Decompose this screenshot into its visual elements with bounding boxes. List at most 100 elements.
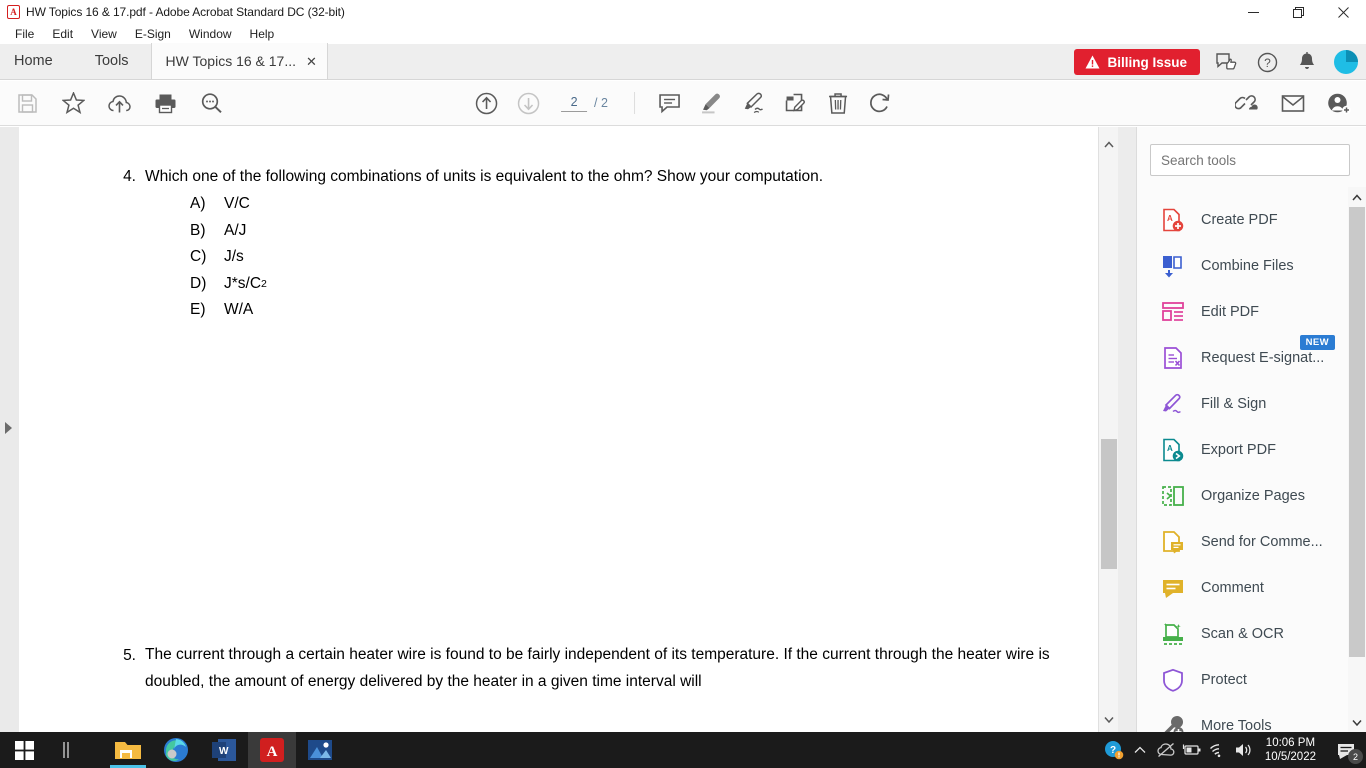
- option-a-value: V/C: [224, 195, 250, 212]
- word-icon[interactable]: W: [200, 732, 248, 768]
- search-icon[interactable]: [198, 90, 224, 116]
- acrobat-icon[interactable]: A: [248, 732, 296, 768]
- option-d-superscript: 2: [261, 277, 267, 290]
- avatar[interactable]: [1334, 50, 1358, 74]
- tool-export-pdf[interactable]: A Export PDF: [1137, 427, 1349, 473]
- tool-edit-pdf[interactable]: Edit PDF: [1137, 289, 1349, 335]
- edit-pdf-icon: [1161, 300, 1185, 324]
- sign-icon[interactable]: [741, 90, 767, 116]
- option-b-value: A/J: [224, 221, 247, 239]
- warning-triangle-icon: [1085, 55, 1100, 69]
- battery-icon[interactable]: [1179, 732, 1205, 768]
- close-icon[interactable]: ✕: [306, 55, 317, 68]
- panel-scroll-down-icon[interactable]: [1348, 714, 1366, 730]
- toolbar-center: / 2: [473, 90, 893, 116]
- delete-icon[interactable]: [825, 90, 851, 116]
- create-pdf-icon: A: [1161, 208, 1185, 232]
- tools-panel-scrollbar-thumb[interactable]: [1349, 207, 1365, 657]
- scroll-down-icon[interactable]: [1099, 710, 1119, 728]
- notification-center-icon[interactable]: 2: [1326, 732, 1366, 768]
- left-panel-expander[interactable]: [2, 420, 14, 436]
- tool-scan-ocr[interactable]: Scan & OCR: [1137, 611, 1349, 657]
- svg-text:A: A: [1167, 214, 1173, 223]
- tool-comment-label: Comment: [1201, 580, 1264, 596]
- tool-more-tools[interactable]: More Tools: [1137, 703, 1349, 732]
- comment-icon[interactable]: [657, 90, 683, 116]
- windows-start-icon[interactable]: [0, 732, 48, 768]
- panel-scroll-up-icon[interactable]: [1348, 189, 1366, 205]
- close-button[interactable]: [1321, 0, 1366, 24]
- protect-icon: [1161, 668, 1185, 692]
- task-view-icon[interactable]: [48, 732, 86, 768]
- photos-icon[interactable]: [296, 732, 344, 768]
- minimize-button[interactable]: [1231, 0, 1276, 24]
- restore-button[interactable]: [1276, 0, 1321, 24]
- menu-help[interactable]: Help: [241, 25, 284, 43]
- document-viewer[interactable]: 4. Which one of the following combinatio…: [0, 127, 1136, 732]
- tab-home[interactable]: Home: [0, 43, 73, 79]
- tool-send-for-comments[interactable]: Send for Comme...: [1137, 519, 1349, 565]
- tools-panel-scrollbar[interactable]: [1348, 187, 1366, 732]
- save-icon[interactable]: [14, 90, 40, 116]
- menu-view[interactable]: View: [82, 25, 126, 43]
- option-e-letter: E): [190, 301, 206, 318]
- menu-file[interactable]: File: [6, 25, 43, 43]
- billing-issue-button[interactable]: Billing Issue: [1074, 49, 1200, 75]
- share-link-icon[interactable]: [1234, 90, 1260, 116]
- toolbar-divider: [633, 92, 635, 114]
- tool-protect-label: Protect: [1201, 672, 1247, 688]
- chevron-up-icon[interactable]: [1127, 732, 1153, 768]
- toolbar-left: [0, 90, 224, 116]
- question-4-header: 4. Which one of the following combinatio…: [115, 163, 1015, 190]
- acrobat-icon: A: [7, 5, 20, 19]
- tab-strip: Home Tools HW Topics 16 & 17... ✕ Billin…: [0, 43, 1366, 80]
- clock[interactable]: 10:06 PM 10/5/2022: [1257, 736, 1326, 764]
- volume-icon[interactable]: [1231, 732, 1257, 768]
- page-down-icon[interactable]: [515, 90, 541, 116]
- scroll-up-icon[interactable]: [1099, 135, 1119, 153]
- svg-text:W: W: [219, 746, 229, 757]
- tool-export-pdf-label: Export PDF: [1201, 442, 1276, 458]
- feedback-icon[interactable]: [1214, 49, 1240, 75]
- onedrive-icon[interactable]: [1153, 732, 1179, 768]
- help-icon[interactable]: ?: [1254, 49, 1280, 75]
- menu-edit[interactable]: Edit: [43, 25, 82, 43]
- print-icon[interactable]: [152, 90, 178, 116]
- wifi-icon[interactable]: [1205, 732, 1231, 768]
- page-number-input[interactable]: [561, 94, 588, 112]
- tab-document[interactable]: HW Topics 16 & 17... ✕: [150, 43, 328, 79]
- send-for-comments-icon: [1161, 530, 1185, 554]
- star-icon[interactable]: [60, 90, 86, 116]
- tool-combine-files[interactable]: Combine Files: [1137, 243, 1349, 289]
- document-scrollbar[interactable]: [1098, 127, 1118, 732]
- edge-icon[interactable]: [152, 732, 200, 768]
- tool-request-esignature[interactable]: Request E-signat... NEW: [1137, 335, 1349, 381]
- tab-tools[interactable]: Tools: [73, 43, 151, 79]
- bell-icon[interactable]: [1294, 49, 1320, 75]
- tool-protect[interactable]: Protect: [1137, 657, 1349, 703]
- search-tools-input[interactable]: [1150, 144, 1350, 176]
- file-explorer-icon[interactable]: [104, 732, 152, 768]
- option-e: E) W/A: [190, 297, 1015, 324]
- tool-organize-pages[interactable]: Organize Pages: [1137, 473, 1349, 519]
- email-icon[interactable]: [1280, 90, 1306, 116]
- tool-comment[interactable]: Comment: [1137, 565, 1349, 611]
- page-up-icon[interactable]: [473, 90, 499, 116]
- page-total-label: / 2: [594, 95, 608, 110]
- menu-esign[interactable]: E-Sign: [126, 25, 180, 43]
- add-person-icon[interactable]: [1326, 90, 1352, 116]
- document-scrollbar-thumb[interactable]: [1101, 439, 1117, 569]
- tab-document-label: HW Topics 16 & 17...: [165, 53, 297, 69]
- highlight-icon[interactable]: [699, 90, 725, 116]
- question-5: 5. The current through a certain heater …: [115, 642, 1060, 695]
- stamp-edit-icon[interactable]: [783, 90, 809, 116]
- tool-fill-sign[interactable]: Fill & Sign: [1137, 381, 1349, 427]
- tool-create-pdf[interactable]: A Create PDF: [1137, 197, 1349, 243]
- menu-window[interactable]: Window: [180, 25, 241, 43]
- option-a: A) V/C: [190, 191, 1015, 218]
- help-warning-icon[interactable]: ?: [1101, 732, 1127, 768]
- cloud-upload-icon[interactable]: [106, 90, 132, 116]
- rotate-icon[interactable]: [867, 90, 893, 116]
- acrobat-window: A HW Topics 16 & 17.pdf - Adobe Acrobat …: [0, 0, 1366, 768]
- option-d: D) J*s/C 2: [190, 271, 1015, 298]
